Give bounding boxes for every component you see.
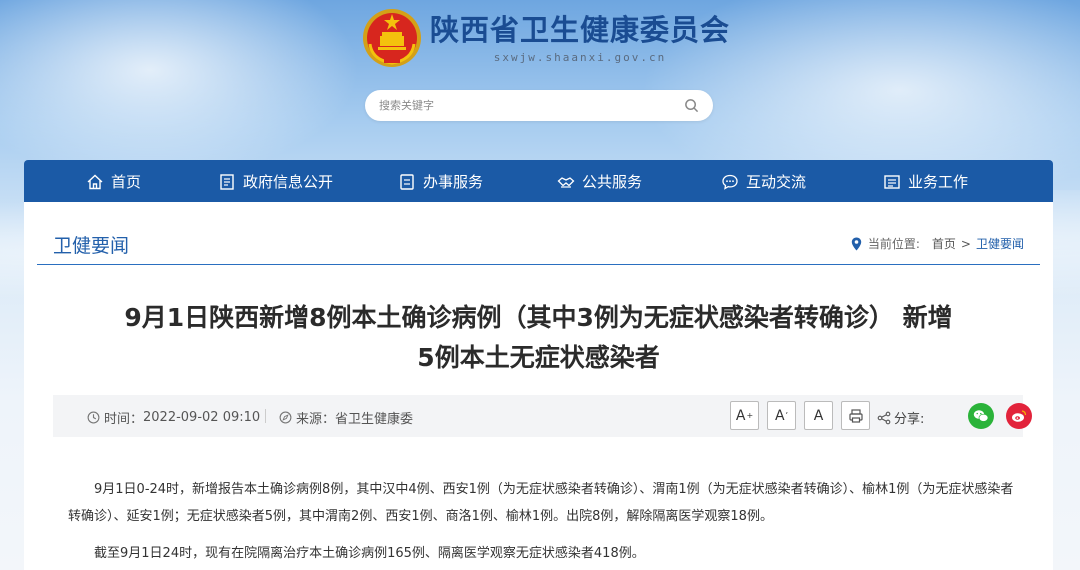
- clock-icon: [87, 411, 100, 424]
- print-button[interactable]: [841, 401, 870, 430]
- weibo-icon: [1012, 410, 1027, 422]
- nav-item-interaction[interactable]: 互动交流: [721, 171, 806, 192]
- breadcrumb-label: 当前位置:: [867, 237, 920, 251]
- article-title-line2: 5例本土无症状感染者: [417, 343, 660, 372]
- font-default-button[interactable]: Aʼ: [767, 401, 796, 430]
- article-body: 9月1日0-24时，新增报告本土确诊病例8例，其中汉中4例、西安1例（为无症状感…: [68, 476, 1014, 570]
- site-domain: sxwjw.shaanxi.gov.cn: [493, 50, 667, 64]
- nav-item-public-services[interactable]: 公共服务: [557, 171, 642, 192]
- location-pin-icon: [851, 237, 862, 250]
- section-header: 卫健要闻 当前位置: 首页 > 卫健要闻: [37, 222, 1040, 265]
- source-label: 来源：: [296, 412, 336, 427]
- printer-icon: [848, 408, 863, 423]
- document-list-icon: [220, 173, 234, 190]
- breadcrumb-home-link[interactable]: 首页: [932, 235, 956, 252]
- site-name: 陕西省卫生健康委员会: [430, 12, 731, 47]
- meta-divider: [265, 409, 266, 423]
- national-emblem-icon: [363, 9, 421, 67]
- chat-icon: [722, 174, 738, 190]
- nav-item-label: 首页: [111, 173, 142, 191]
- nav-item-label: 办事服务: [423, 173, 484, 191]
- site-header: 陕西省卫生健康委员会 sxwjw.shaanxi.gov.cn: [0, 0, 1080, 160]
- nav-item-label: 业务工作: [908, 173, 969, 191]
- article-source: 来源： 省卫生健康委: [279, 408, 413, 427]
- handshake-icon: [557, 176, 575, 188]
- share-icon: [877, 411, 891, 424]
- font-increase-button[interactable]: A +: [730, 401, 759, 430]
- article-title-line1: 9月1日陕西新增8例本土确诊病例（其中3例为无症状感染者转确诊） 新增: [124, 303, 953, 332]
- nav-item-services[interactable]: 办事服务: [398, 171, 483, 192]
- nav-item-government-info[interactable]: 政府信息公开: [218, 171, 333, 192]
- font-decrease-button[interactable]: A: [804, 401, 833, 430]
- search-icon[interactable]: [684, 98, 699, 113]
- briefcase-list-icon: [884, 174, 900, 189]
- time-label: 时间：: [104, 412, 144, 427]
- nav-item-label: 互动交流: [746, 173, 807, 191]
- content-card: 卫健要闻 当前位置: 首页 > 卫健要闻 9月1日陕西新增8例本土确诊病例（其中…: [24, 202, 1053, 570]
- main-nav: 首页 政府信息公开 办事服务 公共服务 互动交流 业务工作: [24, 160, 1053, 202]
- nav-item-label: 政府信息公开: [243, 173, 334, 191]
- publish-time: 时间： 2022-09-02 09:10: [87, 408, 260, 427]
- site-logo[interactable]: 陕西省卫生健康委员会 sxwjw.shaanxi.gov.cn: [362, 8, 730, 68]
- nav-item-home[interactable]: 首页: [86, 171, 141, 192]
- form-icon: [400, 173, 414, 190]
- breadcrumb-current-link[interactable]: 卫健要闻: [976, 235, 1024, 252]
- wechat-share-button[interactable]: [968, 403, 994, 429]
- search-box: [365, 90, 713, 121]
- share-label-group: 分享:: [877, 408, 924, 427]
- weibo-share-button[interactable]: [1006, 403, 1032, 429]
- article-paragraph: 截至9月1日24时，现有在院隔离治疗本土确诊病例165例、隔离医学观察无症状感染…: [94, 546, 645, 561]
- share-label: 分享:: [894, 412, 925, 427]
- home-icon: [87, 174, 103, 189]
- wechat-icon: [973, 410, 989, 422]
- article-meta-bar: 时间： 2022-09-02 09:10 来源： 省卫生健康委 A + Aʼ A …: [53, 395, 1032, 437]
- nav-item-label: 公共服务: [582, 173, 643, 191]
- section-title: 卫健要闻: [53, 235, 130, 257]
- breadcrumb: 当前位置: 首页 > 卫健要闻: [851, 235, 1024, 252]
- time-value: 2022-09-02 09:10: [143, 410, 261, 425]
- article-paragraph: 9月1日0-24时，新增报告本土确诊病例8例，其中汉中4例、西安1例（为无症状感…: [68, 482, 1014, 524]
- nav-item-business[interactable]: 业务工作: [883, 171, 968, 192]
- search-input[interactable]: [379, 99, 669, 112]
- compass-icon: [279, 411, 292, 424]
- source-value: 省卫生健康委: [335, 412, 414, 427]
- breadcrumb-separator: >: [960, 236, 971, 251]
- article-title: 9月1日陕西新增8例本土确诊病例（其中3例为无症状感染者转确诊） 新增 5例本土…: [54, 298, 1023, 378]
